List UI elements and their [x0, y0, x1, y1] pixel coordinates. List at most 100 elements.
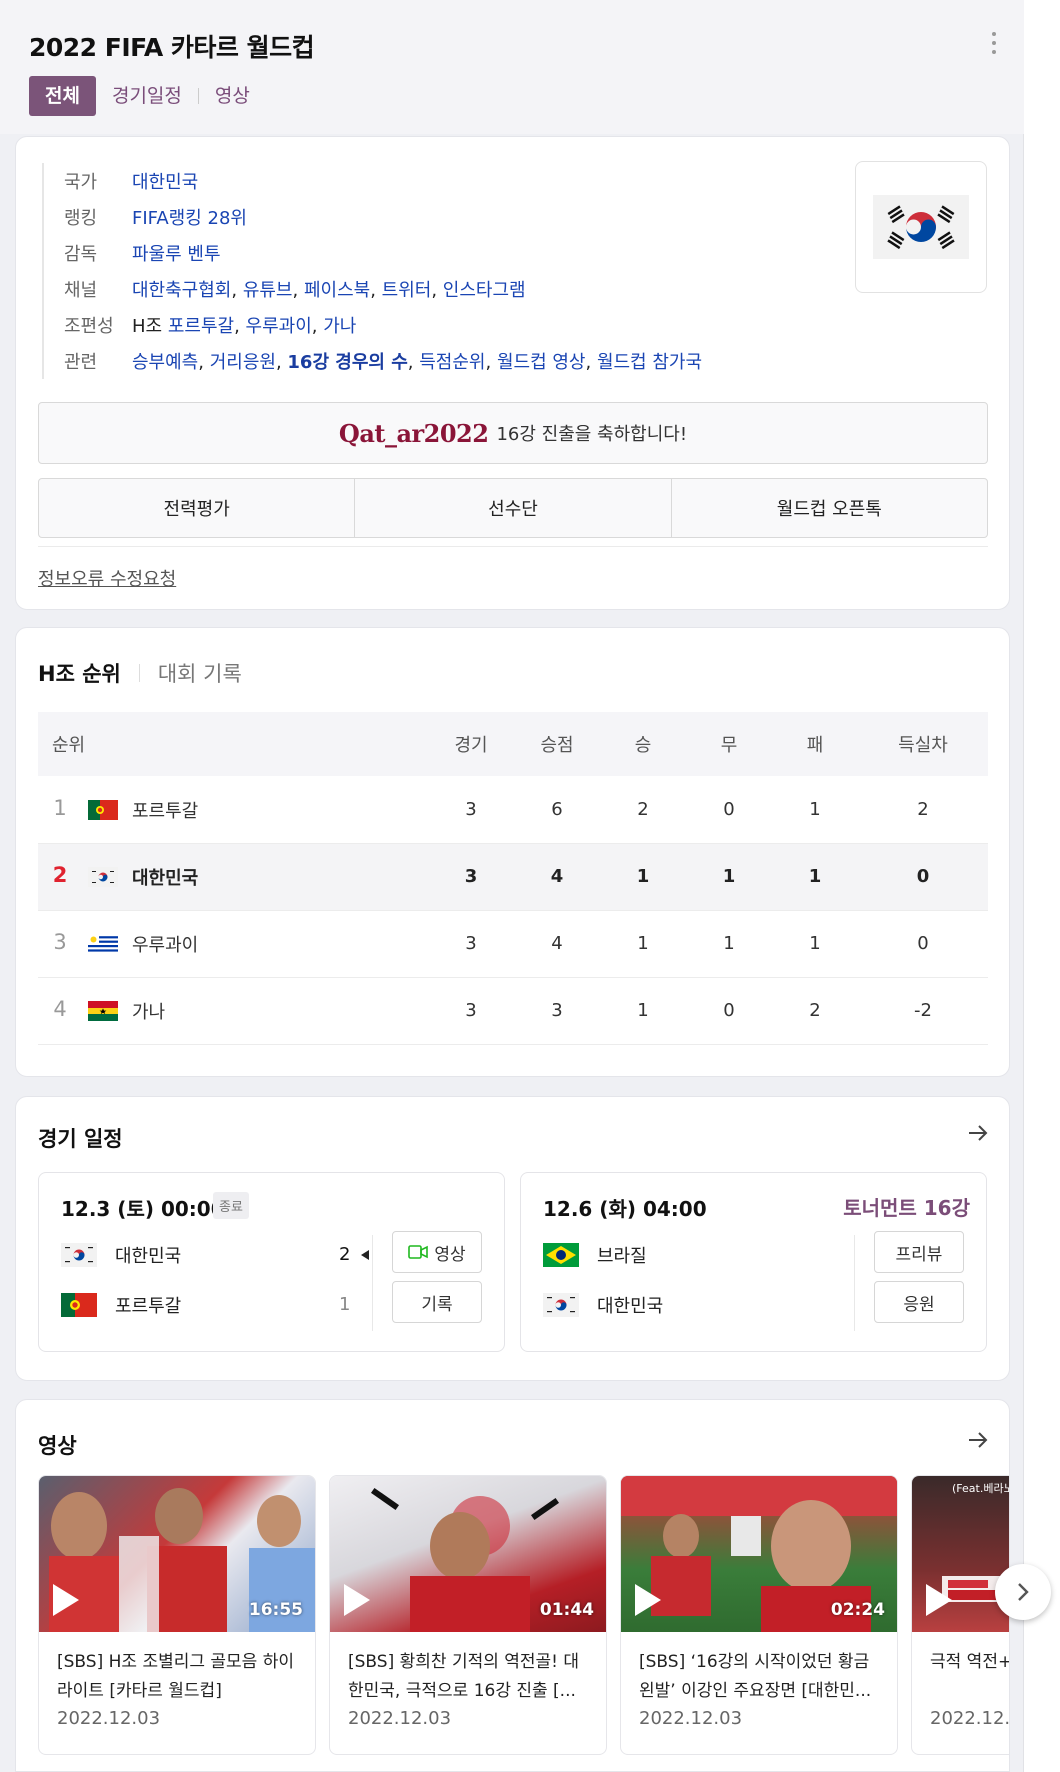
standings-card: H조 순위 대회 기록 순위 경기 승점 승 무 패 득실차 1 포르투갈 3 6… [15, 627, 1010, 1077]
winner-marker-icon [361, 1250, 369, 1260]
header-tabs: 전체 경기일정 영상 [29, 76, 266, 116]
match-date: 12.6 (화) 04:00 [543, 1197, 707, 1221]
congrats-banner[interactable]: Qat_ar2022 16강 진출을 축하합니다! [38, 402, 988, 464]
info-key: 채널 [64, 280, 98, 301]
info-row-coach: 감독 파울루 벤투 [64, 235, 702, 271]
cell-losses: 1 [772, 776, 858, 844]
cell-wins: 1 [600, 977, 686, 1045]
carousel-next-button[interactable] [995, 1564, 1051, 1620]
match-team-home: 브라질 [543, 1240, 647, 1270]
home-score: 2 [339, 1244, 351, 1265]
team-name[interactable]: 가나 [132, 1002, 165, 1023]
related-link-street-cheer[interactable]: 거리응원 [210, 352, 276, 373]
chevron-right-icon [1018, 1583, 1029, 1601]
channel-link-kfa[interactable]: 대한축구협회 [132, 280, 231, 301]
thumbnail-caption: (Feat.베라노) [952, 1482, 1009, 1495]
ranking-link[interactable]: FIFA랭킹 28위 [132, 204, 247, 230]
korea-flag-icon [88, 867, 118, 887]
team-name[interactable]: 대한민국 [132, 868, 198, 889]
cell-points: 4 [514, 843, 600, 911]
video-item-title[interactable]: [SBS] ‘16강의 시작이었던 황금 왼발’ 이강인 주요장면 [대한민..… [639, 1648, 884, 1706]
match-card-upcoming[interactable]: 12.6 (화) 04:00 토너먼트 16강 브라질 대한민국 프리뷰 응원 [520, 1172, 987, 1352]
arrow-right-icon[interactable] [966, 1428, 990, 1452]
video-button[interactable]: 영상 [392, 1231, 482, 1273]
related-link-scorers[interactable]: 득점순위 [419, 352, 485, 373]
video-button-label: 영상 [434, 1244, 466, 1265]
info-key: 감독 [64, 244, 98, 265]
table-row[interactable]: 3 우루과이 3 4 1 1 1 0 [38, 910, 988, 978]
group-prefix: H조 [132, 316, 168, 337]
power-rating-button[interactable]: 전력평가 [39, 479, 356, 537]
video-thumbnail[interactable]: 16:55 [39, 1476, 315, 1632]
cell-played: 3 [428, 843, 514, 911]
video-item-date: 2022.12.03 [930, 1708, 1010, 1729]
video-duration: 02:24 [830, 1600, 885, 1620]
video-item[interactable]: (Feat.베라노) 극적 역전+16 액션 모음 (w 2022.12.03 [911, 1475, 1010, 1755]
team-name[interactable]: 포르투갈 [132, 801, 198, 822]
video-item-date: 2022.12.03 [348, 1708, 452, 1729]
cell-draws: 0 [686, 776, 772, 844]
record-button[interactable]: 기록 [392, 1281, 482, 1323]
rank: 4 [53, 997, 67, 1021]
col-played: 경기 [428, 712, 514, 776]
portugal-flag-icon [88, 799, 118, 820]
group-link-ghana[interactable]: 가나 [323, 316, 356, 337]
cell-losses: 1 [772, 843, 858, 911]
korea-flag-icon [873, 195, 969, 259]
info-list: 국가 대한민국 랭킹 FIFA랭킹 28위 감독 파울루 벤투 채널 대한축구협… [42, 163, 702, 379]
col-points: 승점 [514, 712, 600, 776]
arrow-right-icon[interactable] [966, 1121, 990, 1145]
cell-wins: 1 [600, 910, 686, 978]
related-link-round16-cases[interactable]: 16강 경우의 수 [287, 352, 407, 373]
rank: 2 [52, 863, 68, 887]
video-item[interactable]: 16:55 [SBS] H조 조별리그 골모음 하이라이트 [카타르 월드컵] … [38, 1475, 316, 1755]
tab-all[interactable]: 전체 [29, 76, 96, 116]
match-team-away: 대한민국 [543, 1290, 663, 1320]
table-row[interactable]: 2 대한민국 3 4 1 1 1 0 [38, 843, 988, 911]
video-item-title[interactable]: [SBS] 황희찬 기적의 역전골! 대한민국, 극적으로 16강 진출 [..… [348, 1648, 593, 1706]
related-link-videos[interactable]: 월드컵 영상 [497, 352, 586, 373]
tab-group-standings[interactable]: H조 순위 [38, 658, 121, 688]
standings-tabs: H조 순위 대회 기록 [38, 658, 242, 688]
col-draws: 무 [686, 712, 772, 776]
channel-link-facebook[interactable]: 페이스북 [304, 280, 370, 301]
team-name: 대한민국 [597, 1296, 664, 1317]
match-card-finished[interactable]: 12.3 (토) 00:00 종료 대한민국 2 포르투갈 1 영상 기록 [38, 1172, 505, 1352]
related-link-teams[interactable]: 월드컵 참가국 [597, 352, 702, 373]
play-icon [926, 1584, 952, 1616]
country-link[interactable]: 대한민국 [132, 168, 198, 194]
channel-link-instagram[interactable]: 인스타그램 [443, 280, 526, 301]
video-thumbnail[interactable]: 01:44 [330, 1476, 606, 1632]
divider [38, 546, 988, 547]
squad-button[interactable]: 선수단 [355, 479, 672, 537]
report-error-link[interactable]: 정보오류 수정요청 [38, 565, 176, 591]
channel-links: 대한축구협회, 유튜브, 페이스북, 트위터, 인스타그램 [132, 280, 526, 301]
video-thumbnail[interactable]: 02:24 [621, 1476, 897, 1632]
channel-link-youtube[interactable]: 유튜브 [243, 280, 293, 301]
tab-divider [138, 664, 140, 682]
related-link-prediction[interactable]: 승부예측 [132, 352, 198, 373]
open-talk-button[interactable]: 월드컵 오픈톡 [672, 479, 987, 537]
divider [854, 1235, 855, 1331]
group-link-portugal[interactable]: 포르투갈 [168, 316, 234, 337]
video-item-title[interactable]: [SBS] H조 조별리그 골모음 하이라이트 [카타르 월드컵] [57, 1648, 302, 1706]
cell-losses: 2 [772, 977, 858, 1045]
cheer-button[interactable]: 응원 [874, 1281, 964, 1323]
video-camera-icon [408, 1245, 429, 1259]
video-item[interactable]: 02:24 [SBS] ‘16강의 시작이었던 황금 왼발’ 이강인 주요장면 … [620, 1475, 898, 1755]
channel-link-twitter[interactable]: 트위터 [382, 280, 432, 301]
video-item-title[interactable]: 극적 역전+16 액션 모음 (w [930, 1648, 1009, 1677]
tab-tournament-records[interactable]: 대회 기록 [158, 658, 242, 688]
coach-link[interactable]: 파울루 벤투 [132, 240, 221, 266]
video-thumbnail[interactable]: (Feat.베라노) [912, 1476, 1009, 1632]
tab-schedule[interactable]: 경기일정 [96, 76, 198, 116]
group-link-uruguay[interactable]: 우루과이 [246, 316, 312, 337]
team-name[interactable]: 우루과이 [132, 935, 198, 956]
more-options-icon[interactable] [984, 30, 1004, 56]
preview-button[interactable]: 프리뷰 [874, 1231, 964, 1273]
tab-video[interactable]: 영상 [199, 76, 266, 116]
table-row[interactable]: 1 포르투갈 3 6 2 0 1 2 [38, 776, 988, 844]
table-row[interactable]: 4 가나 3 3 1 0 2 -2 [38, 977, 988, 1045]
video-item[interactable]: 01:44 [SBS] 황희찬 기적의 역전골! 대한민국, 극적으로 16강 … [329, 1475, 607, 1755]
header: 2022 FIFA 카타르 월드컵 전체 경기일정 영상 [0, 0, 1024, 134]
